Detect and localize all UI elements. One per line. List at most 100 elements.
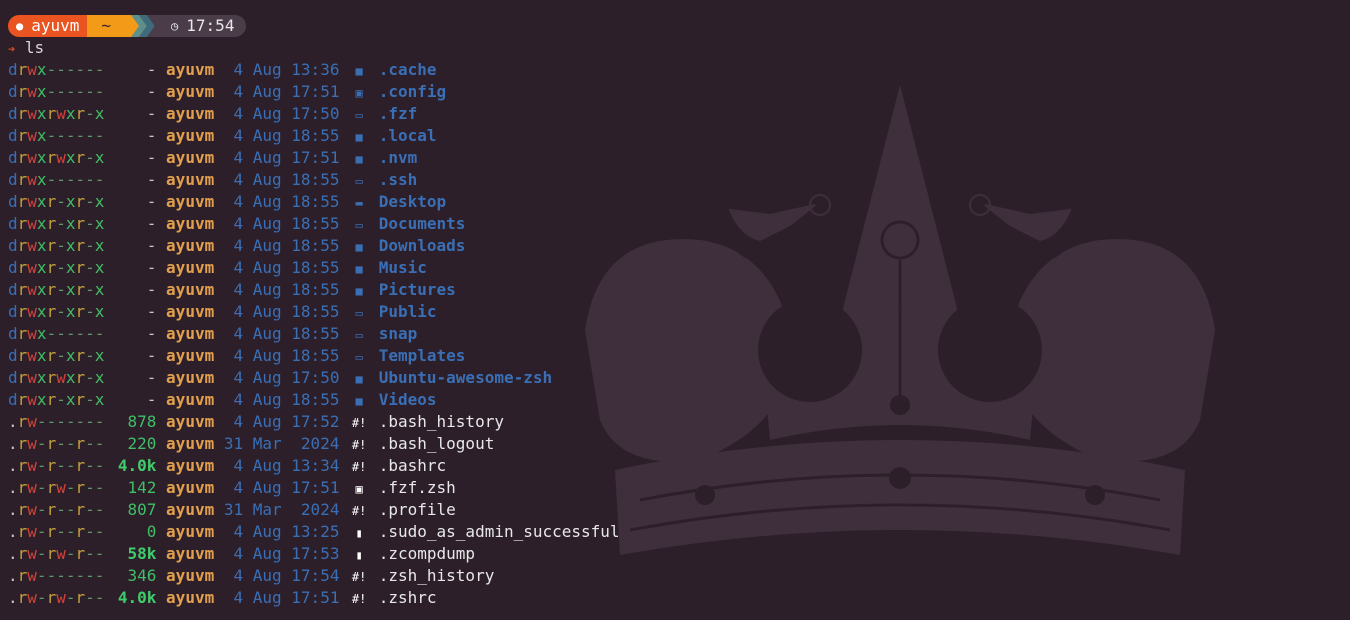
permissions: drwxrwxr-x	[8, 368, 104, 387]
folder-open-icon: ▭	[355, 108, 363, 122]
permission-bit: -	[94, 544, 105, 563]
modified-date: 31 Mar 2024	[223, 434, 340, 453]
permissions: drwxr-xr-x	[8, 236, 104, 255]
list-item: .rw-r--r-- 807 ayuvm 31 Mar 2024 #! .prof…	[8, 499, 620, 521]
permissions: drwxr-xr-x	[8, 390, 104, 409]
file-name: .nvm	[378, 148, 418, 167]
modified-date: 4 Aug 18:55	[223, 324, 340, 343]
file-icon: ▮	[355, 548, 363, 562]
permission-bit: -	[85, 522, 95, 541]
file-name: .bash_history	[378, 412, 504, 431]
permission-bit: -	[56, 192, 66, 211]
permission-bit: w	[27, 368, 37, 387]
modified-date: 4 Aug 18:55	[223, 192, 340, 211]
permission-bit: -	[85, 456, 95, 475]
permission-bit: d	[8, 104, 18, 123]
file-name: Templates	[378, 346, 466, 365]
permission-bit: r	[46, 302, 57, 321]
owner: ayuvm	[166, 60, 215, 79]
file-name: .config	[378, 82, 447, 101]
terminal-output: ● ayuvm ~ ◷ 17:54 ➔ ls drwx------ - ayuvm 4…	[8, 15, 620, 609]
permission-bit: -	[36, 500, 47, 519]
permission-bit: w	[27, 434, 37, 453]
permission-bit: -	[75, 566, 86, 585]
permission-bit: -	[36, 522, 47, 541]
permission-bit: -	[94, 412, 105, 431]
permission-bit: -	[56, 456, 66, 475]
permission-bit: r	[46, 148, 57, 167]
permission-bit: -	[56, 566, 66, 585]
permission-bit: x	[94, 214, 105, 233]
permission-bit: r	[17, 412, 28, 431]
owner: ayuvm	[166, 192, 215, 211]
modified-date: 4 Aug 18:55	[223, 236, 340, 255]
permission-bit: r	[75, 456, 86, 475]
permission-bit: r	[75, 544, 86, 563]
permission-bit: -	[56, 346, 66, 365]
permission-bit: -	[56, 324, 66, 343]
permission-bit: -	[85, 192, 95, 211]
permission-bit: -	[94, 82, 105, 101]
permission-bit: w	[27, 324, 37, 343]
permission-bit: r	[46, 258, 57, 277]
permission-bit: -	[85, 566, 95, 585]
prompt-separator-arrows-icon	[125, 15, 162, 37]
file-size: 220	[127, 434, 157, 453]
permission-bit: x	[36, 236, 47, 255]
prompt-time: 17:54	[186, 16, 235, 35]
file-size: -	[146, 82, 157, 101]
permission-bit: -	[56, 126, 66, 145]
permission-bit: r	[17, 390, 28, 409]
permission-bit: r	[46, 104, 57, 123]
permission-bit: w	[27, 412, 37, 431]
owner: ayuvm	[166, 434, 215, 453]
permission-bit: -	[56, 522, 66, 541]
permission-bit: r	[17, 522, 28, 541]
list-item: drwxr-xr-x - ayuvm 4 Aug 18:55 ■ Pictures	[8, 279, 620, 301]
folder-open-icon: ▭	[355, 218, 363, 232]
list-item: drwxrwxr-x - ayuvm 4 Aug 17:50 ▭ .fzf	[8, 103, 620, 125]
permission-bit: r	[75, 368, 86, 387]
permission-bit: r	[17, 104, 28, 123]
list-item: .rw-r--r-- 0 ayuvm 4 Aug 13:25 ▮ .sudo_as…	[8, 521, 620, 543]
permission-bit: r	[75, 192, 86, 211]
permission-bit: -	[85, 346, 95, 365]
list-item: drwxr-xr-x - ayuvm 4 Aug 18:55 ■ Videos	[8, 389, 620, 411]
permission-bit: w	[27, 60, 37, 79]
owner: ayuvm	[166, 82, 215, 101]
permission-bit: .	[8, 412, 18, 431]
permission-bit: d	[8, 214, 18, 233]
permission-bit: -	[56, 82, 66, 101]
permission-bit: -	[46, 170, 57, 189]
permission-bit: r	[17, 302, 28, 321]
permissions: .rw-------	[8, 412, 104, 431]
owner: ayuvm	[166, 104, 215, 123]
permission-bit: r	[17, 588, 28, 607]
folder-open-icon: ▭	[355, 328, 363, 342]
permission-bit: -	[85, 280, 95, 299]
permission-bit: x	[94, 302, 105, 321]
folder-icon: ■	[355, 372, 363, 386]
terminal-icon: ▣	[355, 482, 363, 496]
file-name: Documents	[378, 214, 466, 233]
permission-bit: -	[85, 104, 95, 123]
file-size: -	[146, 280, 157, 299]
file-name: .profile	[378, 500, 456, 519]
owner: ayuvm	[166, 456, 215, 475]
permission-bit: d	[8, 170, 18, 189]
permission-bit: r	[17, 434, 28, 453]
permissions: .rw-rw-r--	[8, 588, 104, 607]
permissions: .rw-r--r--	[8, 456, 104, 475]
permission-bit: x	[36, 258, 47, 277]
permission-bit: r	[75, 302, 86, 321]
permission-bit: r	[17, 544, 28, 563]
list-item: drwx------ - ayuvm 4 Aug 17:51 ▣ .config	[8, 81, 620, 103]
permissions: drwx------	[8, 82, 104, 101]
permission-bit: w	[56, 148, 66, 167]
prompt-user-segment: ● ayuvm	[8, 15, 88, 37]
owner: ayuvm	[166, 390, 215, 409]
permission-bit: x	[36, 148, 47, 167]
file-size: -	[146, 346, 157, 365]
permission-bit: -	[85, 214, 95, 233]
permissions: drwxr-xr-x	[8, 192, 104, 211]
